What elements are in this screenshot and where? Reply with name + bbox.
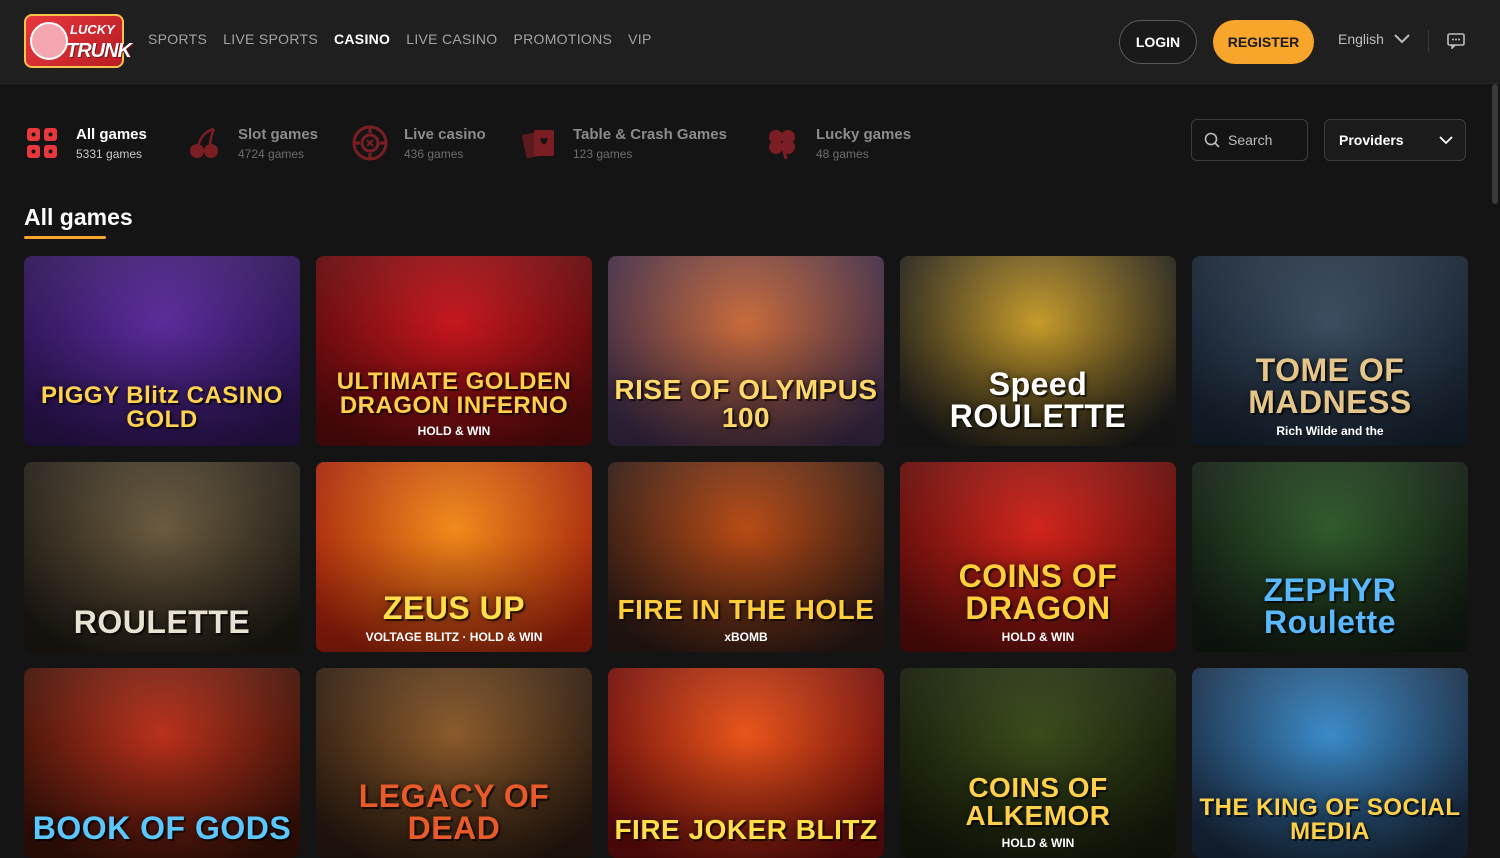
tab-slot-games[interactable]: Slot games 4724 games bbox=[186, 118, 318, 168]
tab-slot-games-count: 4724 games bbox=[238, 146, 305, 161]
tab-live-casino-title: Live casino bbox=[404, 125, 486, 143]
game-tile[interactable]: FIRE JOKER BLITZ bbox=[608, 668, 884, 858]
search-icon bbox=[1204, 132, 1220, 148]
chevron-down-icon bbox=[1394, 34, 1410, 44]
tab-all-games[interactable]: All games 5331 games bbox=[24, 118, 147, 168]
game-tile[interactable]: BOOK OF GODS bbox=[24, 668, 300, 858]
page-scrollbar[interactable] bbox=[1492, 84, 1498, 204]
game-title: ZEPHYR Roulette bbox=[1263, 572, 1397, 640]
game-title: PIGGY Blitz CASINO GOLD bbox=[41, 382, 283, 433]
tab-all-games-count: 5331 games bbox=[76, 146, 143, 161]
search-input[interactable]: Search bbox=[1191, 119, 1308, 161]
game-subtitle: VOLTAGE BLITZ · HOLD & WIN bbox=[365, 630, 543, 644]
game-tile[interactable]: ZEUS UP VOLTAGE BLITZ · HOLD & WIN bbox=[316, 462, 592, 652]
game-title: Speed ROULETTE bbox=[949, 366, 1127, 434]
game-subtitle: Rich Wilde and the bbox=[1276, 424, 1384, 438]
cherry-icon bbox=[190, 127, 218, 158]
game-subtitle: HOLD & WIN bbox=[1001, 836, 1075, 850]
nav-promotions[interactable]: PROMOTIONS bbox=[513, 31, 612, 47]
game-title: FIRE JOKER BLITZ bbox=[614, 814, 878, 845]
tab-live-casino[interactable]: Live casino 436 games bbox=[352, 118, 486, 168]
game-tile[interactable]: THE KING OF SOCIAL MEDIA bbox=[1192, 668, 1468, 858]
tab-lucky-games[interactable]: Lucky games 48 games bbox=[764, 118, 911, 168]
chevron-down-icon bbox=[1439, 135, 1453, 144]
game-tile[interactable]: COINS OF DRAGON HOLD & WIN bbox=[900, 462, 1176, 652]
tab-table-crash-title: Table & Crash Games bbox=[573, 125, 727, 143]
game-tile[interactable]: FIRE IN THE HOLE xBOMB bbox=[608, 462, 884, 652]
game-title: BOOK OF GODS bbox=[32, 810, 292, 846]
nav-sports[interactable]: SPORTS bbox=[148, 31, 207, 47]
language-label: English bbox=[1338, 31, 1384, 47]
cards-icon bbox=[522, 130, 554, 159]
logo-text-lucky: LUCKY bbox=[70, 22, 115, 37]
game-title: ZEUS UP bbox=[382, 590, 526, 626]
nav-live-casino[interactable]: LIVE CASINO bbox=[406, 31, 497, 47]
tab-slot-games-title: Slot games bbox=[238, 125, 319, 143]
section-title-underline bbox=[24, 236, 106, 239]
clover-icon bbox=[769, 130, 795, 160]
language-selector[interactable]: English bbox=[1338, 31, 1410, 47]
register-button[interactable]: REGISTER bbox=[1213, 20, 1314, 64]
logo-text-trunk: TRUNK bbox=[66, 40, 132, 62]
chat-icon[interactable] bbox=[1447, 33, 1465, 49]
game-tile[interactable]: PIGGY Blitz CASINO GOLD bbox=[24, 256, 300, 446]
game-subtitle: HOLD & WIN bbox=[1001, 630, 1075, 644]
nav-vip[interactable]: VIP bbox=[628, 31, 651, 47]
tab-all-games-title: All games bbox=[76, 125, 147, 143]
tab-table-crash-games[interactable]: Table & Crash Games 123 games bbox=[521, 118, 727, 168]
game-tile[interactable]: RISE OF OLYMPUS 100 bbox=[608, 256, 884, 446]
game-tile[interactable]: TOME OF MADNESS Rich Wilde and the bbox=[1192, 256, 1468, 446]
header-divider bbox=[1428, 30, 1429, 52]
nav-casino[interactable]: CASINO bbox=[334, 31, 390, 47]
login-button[interactable]: LOGIN bbox=[1119, 20, 1197, 64]
game-title: TOME OF MADNESS bbox=[1248, 352, 1412, 420]
game-title: RISE OF OLYMPUS 100 bbox=[614, 374, 878, 433]
roulette-chip-icon bbox=[352, 125, 388, 161]
game-title: THE KING OF SOCIAL MEDIA bbox=[1199, 794, 1461, 845]
providers-dropdown[interactable]: Providers bbox=[1324, 119, 1466, 161]
main-nav: SPORTS LIVE SPORTS CASINO LIVE CASINO PR… bbox=[148, 31, 652, 47]
game-subtitle: HOLD & WIN bbox=[417, 424, 491, 438]
nav-live-sports[interactable]: LIVE SPORTS bbox=[223, 31, 318, 47]
game-tile[interactable]: LEGACY OF DEAD bbox=[316, 668, 592, 858]
top-navigation-bar: LUCKY TRUNK SPORTS LIVE SPORTS CASINO LI… bbox=[0, 0, 1500, 84]
game-tile[interactable]: ZEPHYR Roulette bbox=[1192, 462, 1468, 652]
game-title: ULTIMATE GOLDEN DRAGON INFERNO bbox=[336, 368, 572, 419]
tab-table-crash-count: 123 games bbox=[573, 146, 633, 161]
section-title: All games bbox=[24, 204, 133, 230]
tab-live-casino-count: 436 games bbox=[404, 146, 464, 161]
game-tile[interactable]: ULTIMATE GOLDEN DRAGON INFERNO HOLD & WIN bbox=[316, 256, 592, 446]
game-title: COINS OF DRAGON bbox=[958, 558, 1118, 626]
search-placeholder: Search bbox=[1228, 132, 1273, 148]
game-subtitle: xBOMB bbox=[724, 630, 768, 644]
game-title: FIRE IN THE HOLE bbox=[617, 594, 875, 625]
game-title: COINS OF ALKEMOR bbox=[965, 772, 1111, 831]
elephant-logo-icon bbox=[30, 22, 68, 60]
games-grid: PIGGY Blitz CASINO GOLD ULTIMATE GOLDEN D… bbox=[24, 256, 1468, 858]
tab-lucky-games-title: Lucky games bbox=[816, 125, 912, 143]
game-tile[interactable]: Speed ROULETTE bbox=[900, 256, 1176, 446]
game-tile[interactable]: ROULETTE bbox=[24, 462, 300, 652]
tab-lucky-games-count: 48 games bbox=[816, 146, 869, 161]
game-title: LEGACY OF DEAD bbox=[358, 778, 550, 846]
grid-icon bbox=[27, 128, 57, 158]
game-title: ROULETTE bbox=[73, 604, 251, 640]
providers-label: Providers bbox=[1339, 132, 1404, 148]
lucky-trunk-logo[interactable]: LUCKY TRUNK bbox=[24, 14, 132, 68]
game-tile[interactable]: COINS OF ALKEMOR HOLD & WIN bbox=[900, 668, 1176, 858]
